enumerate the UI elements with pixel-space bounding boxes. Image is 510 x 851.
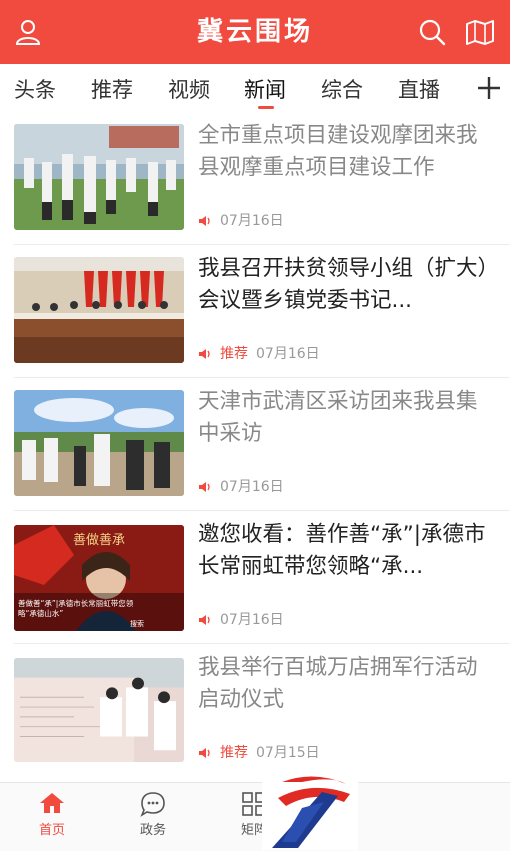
chat-icon bbox=[140, 792, 165, 817]
news-title[interactable]: 天津市武清区采访团来我县集中采访 bbox=[198, 386, 498, 450]
divider bbox=[14, 244, 510, 245]
speaker-icon[interactable] bbox=[198, 214, 212, 228]
nav-home[interactable]: 首页 bbox=[12, 783, 92, 851]
news-date: 07月16日 bbox=[220, 213, 284, 229]
bottom-nav: 首页 政务 矩阵 bbox=[0, 782, 510, 851]
recommend-tag: 推荐 bbox=[220, 346, 248, 362]
news-meta: 07月16日 bbox=[198, 610, 284, 630]
tab-live[interactable]: 直播 bbox=[398, 74, 440, 104]
news-item[interactable]: 善做善承 善做善“承”|承德市长常丽虹带您领 略“承德山水” 搜索 邀您收看：善… bbox=[0, 513, 510, 646]
news-thumbnail bbox=[14, 390, 184, 496]
news-item[interactable]: 我县举行百城万店拥军行活动启动仪式 推荐 07月15日 bbox=[0, 646, 510, 779]
thumbnail-caption-line: 善做善“承”|承德市长常丽虹带您领 bbox=[18, 599, 134, 608]
divider bbox=[14, 377, 510, 378]
news-thumbnail: 善做善承 善做善“承”|承德市长常丽虹带您领 略“承德山水” 搜索 bbox=[14, 525, 184, 631]
home-icon bbox=[40, 793, 64, 813]
search-icon[interactable] bbox=[416, 16, 448, 48]
divider bbox=[14, 643, 510, 644]
add-tab-icon[interactable] bbox=[474, 66, 504, 112]
thumbnail-source: 搜索 bbox=[130, 620, 144, 628]
thumbnail-caption-line: 略“承德山水” bbox=[18, 609, 64, 618]
divider bbox=[14, 510, 510, 511]
recommend-tag: 推荐 bbox=[220, 745, 248, 761]
news-meta: 推荐 07月16日 bbox=[198, 344, 320, 364]
tab-recommended[interactable]: 推荐 bbox=[91, 74, 133, 104]
tab-headlines[interactable]: 头条 bbox=[14, 74, 56, 104]
app-header: 冀云围场 bbox=[0, 0, 510, 64]
tab-news[interactable]: 新闻 bbox=[244, 74, 286, 104]
speaker-icon[interactable] bbox=[198, 480, 212, 494]
speaker-icon[interactable] bbox=[198, 746, 212, 760]
news-item[interactable]: 天津市武清区采访团来我县集中采访 07月16日 bbox=[0, 380, 510, 513]
news-date: 07月15日 bbox=[256, 745, 320, 761]
news-date: 07月16日 bbox=[220, 479, 284, 495]
news-meta: 07月16日 bbox=[198, 211, 284, 231]
news-thumbnail bbox=[14, 124, 184, 230]
active-tab-indicator bbox=[258, 106, 274, 109]
news-date: 07月16日 bbox=[256, 346, 320, 362]
map-icon[interactable] bbox=[464, 16, 496, 48]
speaker-icon[interactable] bbox=[198, 613, 212, 627]
carousel-dots bbox=[160, 621, 178, 631]
tab-video[interactable]: 视频 bbox=[168, 74, 210, 104]
nav-label: 首页 bbox=[38, 823, 65, 838]
news-title[interactable]: 我县召开扶贫领导小组（扩大）会议暨乡镇党委书记... bbox=[198, 253, 498, 317]
news-item[interactable]: 我县召开扶贫领导小组（扩大）会议暨乡镇党委书记... 推荐 07月16日 bbox=[0, 247, 510, 380]
news-title[interactable]: 我县举行百城万店拥军行活动启动仪式 bbox=[198, 652, 498, 716]
news-thumbnail bbox=[14, 257, 184, 363]
thumbnail-banner: 善做善承 bbox=[72, 533, 125, 548]
news-meta: 07月16日 bbox=[198, 477, 284, 497]
nav-label: 政务 bbox=[139, 823, 166, 838]
news-item[interactable]: 全市重点项目建设观摩团来我县观摩重点项目建设工作 07月16日 bbox=[0, 114, 510, 247]
news-title[interactable]: 全市重点项目建设观摩团来我县观摩重点项目建设工作 bbox=[198, 120, 498, 184]
news-meta: 推荐 07月15日 bbox=[198, 743, 320, 763]
news-title[interactable]: 邀您收看：善作善“承”|承德市长常丽虹带您领略“承... bbox=[198, 519, 498, 583]
category-tabs: 头条 推荐 视频 新闻 综合 直播 bbox=[0, 64, 510, 114]
watermark-logo bbox=[262, 772, 358, 850]
tab-general[interactable]: 综合 bbox=[321, 74, 363, 104]
news-thumbnail bbox=[14, 658, 184, 762]
thumbnail-caption: 善做善“承”|承德市长常丽虹带您领 略“承德山水” bbox=[18, 599, 182, 619]
news-date: 07月16日 bbox=[220, 612, 284, 628]
speaker-icon[interactable] bbox=[198, 347, 212, 361]
nav-government[interactable]: 政务 bbox=[113, 783, 193, 851]
